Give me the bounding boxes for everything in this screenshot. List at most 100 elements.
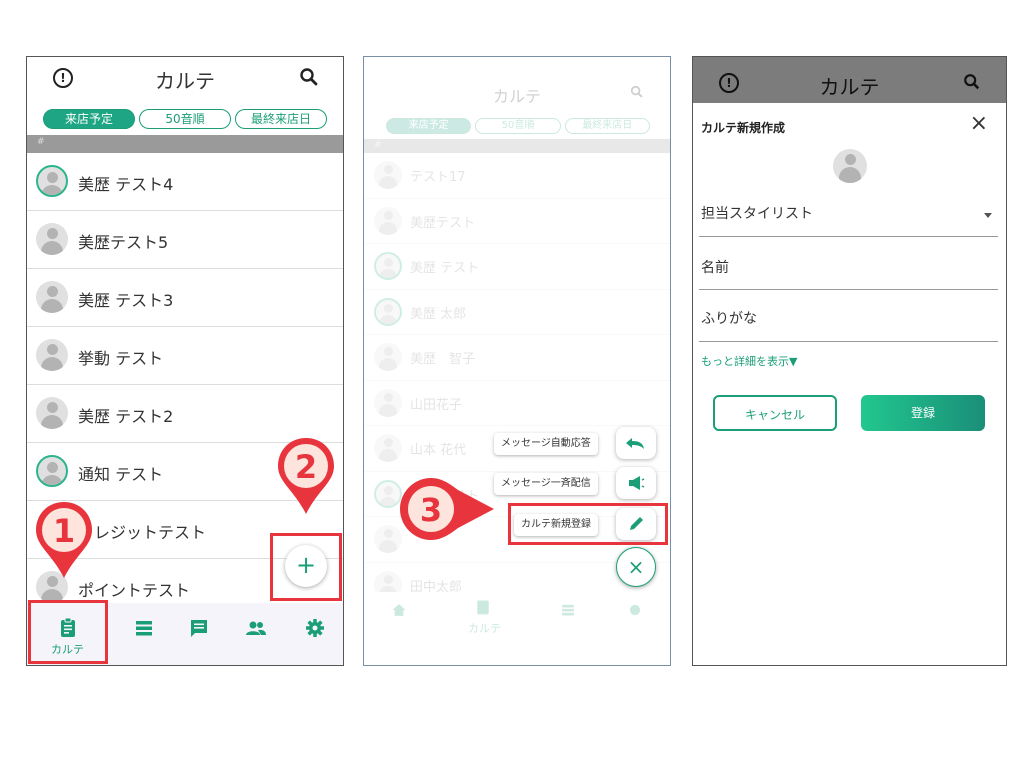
customer-name: 美歴テスト bbox=[410, 215, 476, 231]
chip-kana-order[interactable]: 50音順 bbox=[475, 118, 561, 134]
close-icon[interactable]: × bbox=[970, 111, 988, 136]
callout-2-label: 2 bbox=[295, 448, 317, 486]
broadcast-button[interactable] bbox=[616, 467, 656, 499]
list-icon[interactable] bbox=[133, 617, 155, 639]
search-icon[interactable] bbox=[630, 85, 644, 99]
avatar bbox=[374, 343, 402, 371]
list-item[interactable]: 挙動 テスト bbox=[27, 327, 343, 385]
megaphone-icon bbox=[629, 476, 645, 490]
customer-name: 美歴 太郎 bbox=[410, 306, 467, 322]
list-item[interactable]: 美歴 テスト3 bbox=[27, 269, 343, 327]
callout-marker-1: 1 bbox=[36, 502, 92, 578]
avatar bbox=[36, 339, 68, 371]
clipboard-icon[interactable] bbox=[474, 598, 492, 616]
chip-visit-schedule[interactable]: 来店予定 bbox=[43, 109, 135, 129]
furigana-field[interactable] bbox=[699, 341, 998, 342]
search-icon bbox=[964, 74, 980, 90]
avatar bbox=[36, 455, 68, 487]
chip-last-visit[interactable]: 最終来店日 bbox=[235, 109, 327, 129]
menu-auto-reply[interactable]: メッセージ自動応答 bbox=[494, 433, 598, 455]
callout-1-label: 1 bbox=[53, 512, 75, 550]
avatar[interactable] bbox=[833, 149, 867, 183]
customer-name: 山田花子 bbox=[410, 397, 463, 413]
app-header: ! カルテ bbox=[27, 57, 343, 101]
chip-last-visit[interactable]: 最終来店日 bbox=[564, 118, 650, 134]
name-label: 名前 bbox=[701, 260, 729, 276]
avatar bbox=[374, 161, 402, 189]
list-item[interactable]: 美歴 智子 bbox=[364, 335, 670, 381]
list-item[interactable]: 美歴テスト bbox=[364, 199, 670, 244]
people-icon[interactable] bbox=[245, 617, 267, 639]
new-karte-sheet: カルテ新規作成 × 担当スタイリスト 名前 ふりがな もっと詳細を表示▼ bbox=[693, 103, 1006, 665]
avatar bbox=[374, 388, 402, 417]
index-header: # bbox=[364, 139, 670, 153]
highlight-karte-tab bbox=[28, 600, 108, 664]
customer-name: 挙動 テスト bbox=[78, 349, 164, 368]
sort-chips: 来店予定 50音順 最終来店日 bbox=[43, 109, 327, 129]
customer-name: ポイントテスト bbox=[78, 581, 191, 600]
customer-name: 美歴 テスト2 bbox=[78, 407, 174, 426]
list-item[interactable]: 美歴 テスト4 bbox=[27, 153, 343, 211]
bottom-tab-bar: カルテ bbox=[364, 592, 670, 654]
list-item[interactable]: 美歴 太郎 bbox=[364, 290, 670, 335]
customer-name: テスト17 bbox=[410, 170, 466, 185]
stylist-select[interactable] bbox=[699, 236, 998, 237]
avatar bbox=[36, 281, 68, 313]
avatar bbox=[374, 252, 402, 280]
home-icon[interactable] bbox=[391, 602, 407, 618]
index-header: # bbox=[27, 135, 343, 153]
avatar bbox=[374, 434, 402, 462]
auto-reply-button[interactable] bbox=[616, 427, 656, 459]
page-title: カルテ bbox=[492, 87, 541, 106]
avatar bbox=[374, 206, 402, 235]
list-item[interactable]: 美歴 テスト2 bbox=[27, 385, 343, 443]
customer-name: 美歴 テスト4 bbox=[78, 175, 174, 194]
page-title: カルテ bbox=[819, 75, 880, 99]
register-button[interactable]: 登録 bbox=[861, 395, 985, 431]
screen-fab-menu: カルテ 来店予定 50音順 最終来店日 # テスト17 美歴テスト美歴 テスト 美歴… bbox=[363, 56, 671, 666]
chip-kana-order[interactable]: 50音順 bbox=[139, 109, 231, 129]
list-item[interactable]: テスト17 bbox=[364, 153, 670, 199]
list-item[interactable]: 美歴テスト5 bbox=[27, 211, 343, 269]
customer-name: 美歴 テスト3 bbox=[78, 291, 174, 310]
menu-broadcast[interactable]: メッセージ一斉配信 bbox=[494, 473, 598, 495]
search-icon[interactable] bbox=[299, 67, 319, 87]
sort-chips: 来店予定 50音順 最終来店日 bbox=[386, 118, 650, 134]
name-field[interactable] bbox=[699, 289, 998, 290]
more-details-link[interactable]: もっと詳細を表示▼ bbox=[701, 353, 797, 369]
tab-label-karte[interactable]: カルテ bbox=[468, 620, 501, 636]
customer-name: 通知 テスト bbox=[78, 465, 164, 484]
list-icon[interactable] bbox=[560, 602, 576, 618]
customer-name: 美歴テスト5 bbox=[78, 233, 169, 252]
customer-name: 美歴 テスト bbox=[410, 261, 480, 276]
stylist-label: 担当スタイリスト bbox=[701, 206, 813, 222]
app-header: カルテ bbox=[364, 57, 670, 106]
avatar bbox=[36, 223, 68, 255]
sheet-title: カルテ新規作成 bbox=[701, 121, 786, 135]
list-item[interactable]: 山田花子 bbox=[364, 381, 670, 426]
avatar bbox=[36, 165, 68, 197]
callout-marker-3: 3 bbox=[400, 478, 494, 540]
avatar bbox=[374, 297, 402, 326]
close-fab-button[interactable]: × bbox=[616, 547, 656, 587]
chip-visit-schedule[interactable]: 来店予定 bbox=[386, 118, 472, 134]
gear-icon[interactable] bbox=[627, 602, 643, 618]
screen-new-karte-form: ! カルテ カルテ新規作成 × 担当スタイリスト 名前 ふりがな もっと詳細を表… bbox=[692, 56, 1007, 666]
furigana-label: ふりがな bbox=[701, 311, 757, 327]
callout-3-label: 3 bbox=[420, 491, 442, 529]
customer-name: 山本 花代 bbox=[410, 443, 467, 458]
highlight-new-karte bbox=[508, 503, 668, 545]
gear-icon[interactable] bbox=[304, 617, 326, 639]
dimmed-header: ! カルテ bbox=[693, 57, 1006, 103]
list-item[interactable]: 美歴 テスト bbox=[364, 244, 670, 290]
customer-name: 美歴 智子 bbox=[410, 352, 476, 367]
cancel-button[interactable]: キャンセル bbox=[713, 395, 837, 431]
highlight-add-fab bbox=[270, 533, 342, 601]
reply-icon bbox=[626, 438, 644, 449]
dropdown-arrow-icon[interactable] bbox=[984, 213, 992, 218]
avatar bbox=[36, 397, 68, 429]
message-icon[interactable] bbox=[188, 617, 210, 639]
customer-name: クレジットテスト bbox=[78, 523, 207, 542]
callout-marker-2: 2 bbox=[278, 438, 334, 514]
page-title: カルテ bbox=[155, 69, 215, 93]
